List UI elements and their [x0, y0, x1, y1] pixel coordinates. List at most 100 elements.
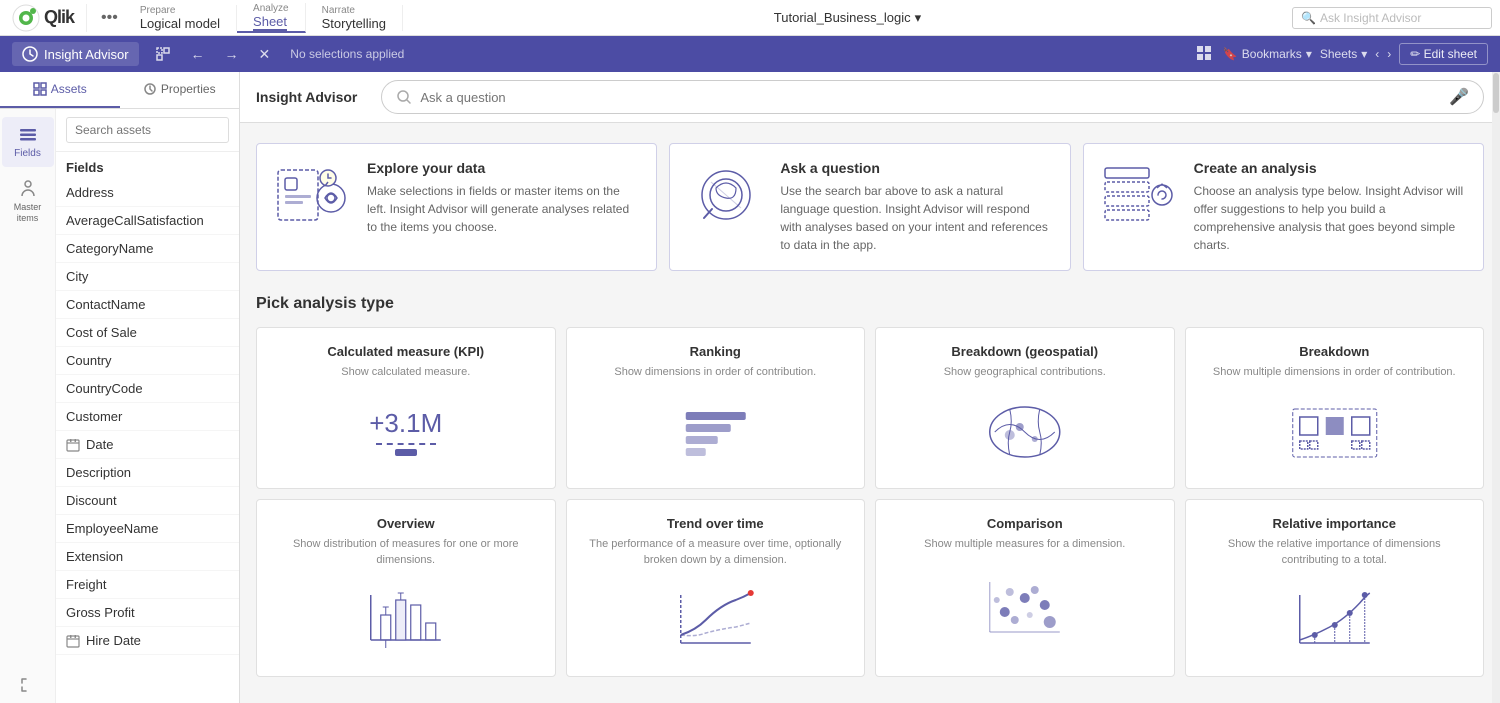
breakdown-illustration — [1202, 392, 1468, 472]
qlik-logo-icon — [12, 4, 40, 32]
sheets-button[interactable]: Sheets ▾ — [1320, 47, 1367, 61]
create-analysis-desc: Choose an analysis type below. Insight A… — [1194, 182, 1467, 254]
create-analysis-content: Create an analysis Choose an analysis ty… — [1194, 160, 1467, 254]
field-item[interactable]: Hire Date — [56, 627, 239, 655]
field-item[interactable]: Date — [56, 431, 239, 459]
second-toolbar: Insight Advisor ← → ✕ No selections appl… — [0, 36, 1500, 72]
explore-cards: Explore your data Make selections in fie… — [256, 143, 1484, 271]
prepare-label: Prepare — [140, 5, 176, 16]
analysis-card-geo[interactable]: Breakdown (geospatial) Show geographical… — [875, 327, 1175, 489]
field-item[interactable]: CountryCode — [56, 375, 239, 403]
nav-prepare[interactable]: Prepare Logical model — [124, 5, 237, 31]
create-analysis-icon — [1100, 160, 1180, 230]
search-placeholder-text: Ask Insight Advisor — [1320, 11, 1421, 25]
tab-properties[interactable]: Properties — [120, 72, 240, 108]
ask-question-content: Ask a question Use the search bar above … — [780, 160, 1053, 254]
top-nav: Qlik ••• Prepare Logical model Analyze S… — [0, 0, 1500, 36]
field-item[interactable]: City — [56, 263, 239, 291]
analysis-card-overview[interactable]: Overview Show distribution of measures f… — [256, 499, 556, 677]
nav-prev-button[interactable]: ‹ — [1375, 47, 1379, 61]
analysis-card-kpi[interactable]: Calculated measure (KPI) Show calculated… — [256, 327, 556, 489]
master-items-label: Master items — [8, 202, 48, 224]
ask-question-desc: Use the search bar above to ask a natura… — [780, 182, 1053, 254]
field-item[interactable]: Extension — [56, 543, 239, 571]
geo-title: Breakdown (geospatial) — [892, 344, 1158, 359]
trend-illustration — [583, 580, 849, 660]
field-item[interactable]: Address — [56, 179, 239, 207]
field-item[interactable]: Discount — [56, 487, 239, 515]
kpi-value: +3.1M — [369, 408, 442, 439]
scroll-track — [1492, 72, 1500, 703]
analysis-card-relative[interactable]: Relative importance Show the relative im… — [1185, 499, 1485, 677]
field-item[interactable]: Cost of Sale — [56, 319, 239, 347]
bookmark-icon: 🔖 — [1223, 47, 1238, 61]
field-item[interactable]: Customer — [56, 403, 239, 431]
properties-tab-label: Properties — [161, 82, 216, 96]
insight-advisor-button[interactable]: Insight Advisor — [12, 42, 139, 66]
search-assets-input[interactable] — [66, 117, 229, 143]
scroll-thumb[interactable] — [1493, 73, 1499, 113]
field-item[interactable]: Description — [56, 459, 239, 487]
analysis-card-breakdown[interactable]: Breakdown Show multiple dimensions in or… — [1185, 327, 1485, 489]
field-item[interactable]: AverageCallSatisfaction — [56, 207, 239, 235]
breakdown-title: Breakdown — [1202, 344, 1468, 359]
sidebar-item-fields[interactable]: Fields — [2, 117, 54, 167]
selection-tool-button[interactable] — [151, 42, 175, 66]
ranking-title: Ranking — [583, 344, 849, 359]
bookmarks-button[interactable]: 🔖 Bookmarks ▾ — [1223, 47, 1312, 61]
grid-view-icon — [1195, 44, 1215, 64]
overview-title: Overview — [273, 516, 539, 531]
analysis-card-trend[interactable]: Trend over time The performance of a mea… — [566, 499, 866, 677]
field-item[interactable]: CategoryName — [56, 235, 239, 263]
analysis-card-comparison[interactable]: Comparison Show multiple measures for a … — [875, 499, 1175, 677]
field-item[interactable]: EmployeeName — [56, 515, 239, 543]
ask-question-card[interactable]: Ask a question Use the search bar above … — [669, 143, 1070, 271]
ia-search-input[interactable] — [420, 90, 1441, 105]
tab-assets[interactable]: Assets — [0, 72, 120, 108]
fields-label: Fields — [14, 148, 41, 159]
nav-narrate[interactable]: Narrate Storytelling — [306, 5, 403, 31]
relative-desc: Show the relative importance of dimensio… — [1202, 537, 1468, 568]
field-item[interactable]: Freight — [56, 571, 239, 599]
sidebar-item-bottom[interactable] — [2, 667, 54, 703]
field-item[interactable]: Gross Profit — [56, 599, 239, 627]
qlik-logo: Qlik — [8, 4, 87, 32]
relative-title: Relative importance — [1202, 516, 1468, 531]
explore-data-desc: Make selections in fields or master item… — [367, 182, 640, 236]
clear-button[interactable]: ✕ — [255, 42, 275, 67]
forward-button[interactable]: → — [221, 42, 243, 66]
ranking-illustration — [583, 392, 849, 472]
geo-desc: Show geographical contributions. — [892, 365, 1158, 380]
menu-dots-button[interactable]: ••• — [95, 7, 124, 29]
geo-illustration — [892, 392, 1158, 472]
panel-tabs: Assets Properties — [0, 72, 239, 109]
analysis-card-ranking[interactable]: Ranking Show dimensions in order of cont… — [566, 327, 866, 489]
nav-analyze[interactable]: Analyze Sheet — [237, 3, 306, 33]
relative-illustration — [1202, 580, 1468, 660]
field-item[interactable]: Country — [56, 347, 239, 375]
field-item[interactable]: ContactName — [56, 291, 239, 319]
ia-search-icon — [396, 89, 412, 105]
create-analysis-card[interactable]: Create an analysis Choose an analysis ty… — [1083, 143, 1484, 271]
explore-data-card[interactable]: Explore your data Make selections in fie… — [256, 143, 657, 271]
ia-title: Insight Advisor — [256, 89, 357, 105]
ask-insight-advisor-input[interactable]: 🔍 Ask Insight Advisor — [1292, 7, 1492, 29]
selection-icon — [155, 46, 171, 62]
pencil-icon: ✏ — [1410, 47, 1423, 61]
nav-next-button[interactable]: › — [1387, 47, 1391, 61]
ask-question-icon — [686, 160, 766, 230]
ia-search-bar[interactable]: 🎤 — [381, 80, 1484, 114]
insight-advisor-label: Insight Advisor — [44, 47, 129, 62]
back-button[interactable]: ← — [187, 42, 209, 66]
breakdown-desc: Show multiple dimensions in order of con… — [1202, 365, 1468, 380]
cards-section: Explore your data Make selections in fie… — [240, 123, 1500, 697]
sidebar-item-master-items[interactable]: Master items — [2, 171, 54, 232]
search-icon: 🔍 — [1301, 11, 1316, 25]
panel-inner: Fields Master items — [0, 109, 239, 703]
microphone-button[interactable]: 🎤 — [1449, 87, 1469, 107]
toolbar-right: 🔖 Bookmarks ▾ Sheets ▾ ‹ › ✏ Edit sheet — [1195, 43, 1488, 65]
ranking-desc: Show dimensions in order of contribution… — [583, 365, 849, 380]
edit-sheet-button[interactable]: ✏ Edit sheet — [1399, 43, 1488, 65]
app-title[interactable]: Tutorial_Business_logic ▾ — [774, 10, 921, 26]
collapse-icon — [18, 675, 38, 695]
